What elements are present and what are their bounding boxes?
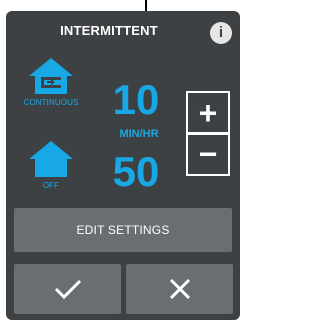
- panel-title: INTERMITTENT: [60, 23, 158, 38]
- off-mode: OFF: [16, 139, 86, 190]
- rate-unit: MIN/HR: [119, 128, 159, 140]
- checkmark-icon: [54, 279, 81, 300]
- rate-value: 10: [112, 76, 160, 123]
- off-home-icon: [29, 141, 73, 177]
- info-icon[interactable]: i: [210, 22, 232, 44]
- decrease-button[interactable]: −: [186, 132, 230, 176]
- cancel-button[interactable]: [126, 264, 233, 314]
- off-label: OFF: [42, 181, 60, 190]
- continuous-home-icon: [29, 58, 73, 94]
- close-icon: [169, 278, 190, 300]
- continuous-mode: CONTINUOUS: [16, 56, 86, 107]
- confirm-button[interactable]: [14, 264, 121, 314]
- off-value: 50: [112, 148, 160, 195]
- continuous-label: CONTINUOUS: [23, 98, 79, 107]
- increase-button[interactable]: +: [186, 91, 230, 135]
- edit-settings-button[interactable]: EDIT SETTINGS: [14, 208, 232, 252]
- intermittent-panel: INTERMITTENT i CONTINUOUS OFF 10 MIN/HR …: [6, 11, 240, 320]
